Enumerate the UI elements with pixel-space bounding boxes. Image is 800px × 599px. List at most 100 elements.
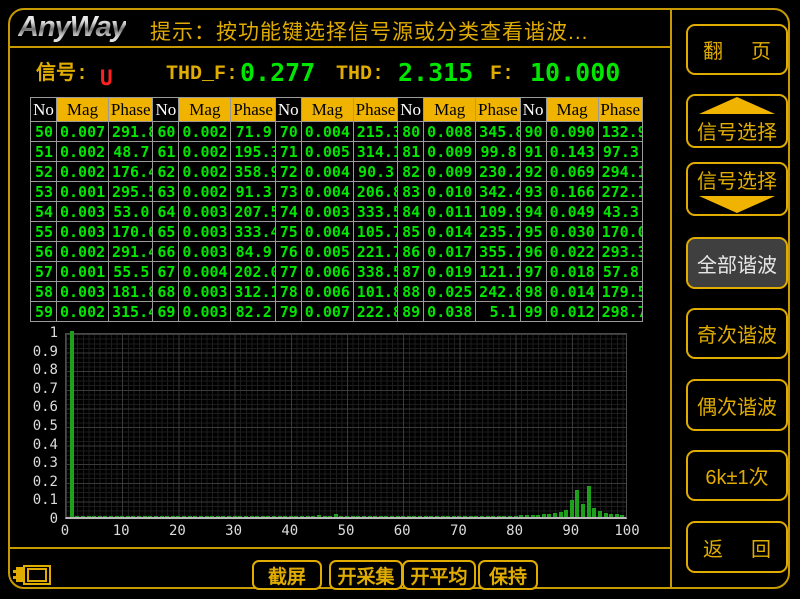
harmonic-bar (368, 516, 372, 517)
harmonic-bar (547, 514, 551, 517)
table-cell: 82 (398, 162, 424, 182)
table-cell: 235.7 (476, 222, 520, 242)
harmonic-bar (418, 516, 422, 517)
table-cell: 0.003 (57, 222, 109, 242)
table-cell: 73 (275, 182, 301, 202)
6k-plus-minus-1-label: 6k±1次 (705, 461, 768, 490)
table-cell: 57 (31, 262, 57, 282)
table-row: 580.003181.8680.003312.1780.006101.8880.… (31, 282, 643, 302)
x-tick-label: 40 (273, 523, 307, 539)
table-cell: 0.017 (424, 242, 476, 262)
table-cell: 0.003 (179, 222, 231, 242)
table-cell: 0.014 (546, 282, 598, 302)
table-cell: 0.143 (546, 142, 598, 162)
table-cell: 272.1 (598, 182, 642, 202)
x-tick-label: 80 (498, 523, 532, 539)
table-cell: 97 (520, 262, 546, 282)
odd-harmonics-button[interactable]: 奇次谐波 (686, 308, 788, 359)
harmonic-bar (210, 516, 214, 517)
table-cell: 98 (520, 282, 546, 302)
table-cell: 94 (520, 202, 546, 222)
table-cell: 79 (275, 302, 301, 322)
start-averaging-button[interactable]: 开平均 (402, 560, 476, 590)
y-tick-label: 0.6 (24, 399, 58, 415)
table-cell: 195.3 (231, 142, 275, 162)
table-header-cell: No (398, 98, 424, 122)
table-cell: 294.1 (598, 162, 642, 182)
table-cell: 84.9 (231, 242, 275, 262)
table-cell: 132.9 (598, 122, 642, 142)
table-cell: 77 (275, 262, 301, 282)
6k-plus-minus-1-button[interactable]: 6k±1次 (686, 450, 788, 501)
table-cell: 0.004 (301, 222, 353, 242)
return-button[interactable]: 返 回 (686, 521, 788, 573)
hold-button[interactable]: 保持 (478, 560, 538, 590)
table-cell: 338.5 (353, 262, 397, 282)
y-tick-label: 0.1 (24, 492, 58, 508)
harmonic-bar (165, 516, 169, 517)
y-tick-label: 0.8 (24, 362, 58, 378)
harmonic-bar (176, 516, 180, 517)
y-tick-label: 0.7 (24, 381, 58, 397)
table-header-cell: No (520, 98, 546, 122)
thdf-label: THD_F: (166, 60, 238, 90)
toolbar-separator (10, 547, 670, 549)
harmonic-bar (300, 516, 304, 517)
table-cell: 0.003 (57, 202, 109, 222)
table-cell: 0.009 (424, 162, 476, 182)
table-cell: 0.009 (424, 142, 476, 162)
harmonic-bar (87, 516, 91, 517)
signal-select-down-label: 信号选择 (697, 165, 777, 194)
table-header-cell: Mag (301, 98, 353, 122)
table-row: 560.002291.4660.00384.9760.005221.7860.0… (31, 242, 643, 262)
table-cell: 291.4 (109, 242, 153, 262)
signal-select-up-button[interactable]: 信号选择 (686, 94, 788, 148)
harmonic-bar (261, 516, 265, 517)
harmonic-bar (536, 515, 540, 517)
y-tick-label: 0.4 (24, 437, 58, 453)
harmonic-bar (81, 516, 85, 517)
harmonic-bar (148, 516, 152, 517)
harmonic-bar (227, 516, 231, 517)
harmonic-bar (216, 516, 220, 517)
harmonic-bar (115, 516, 119, 517)
y-tick-label: 0.3 (24, 455, 58, 471)
harmonic-bar (441, 516, 445, 517)
harmonic-bar (379, 516, 383, 517)
table-cell: 82.2 (231, 302, 275, 322)
table-cell: 0.002 (179, 142, 231, 162)
harmonic-bar (575, 490, 579, 517)
harmonic-bar (491, 516, 495, 517)
even-harmonics-button[interactable]: 偶次谐波 (686, 379, 788, 431)
table-cell: 345.8 (476, 122, 520, 142)
signal-select-down-button[interactable]: 信号选择 (686, 162, 788, 216)
harmonic-bar (384, 516, 388, 517)
harmonic-bar (587, 486, 591, 517)
harmonic-bar (564, 510, 568, 517)
all-harmonics-button[interactable]: 全部谐波 (686, 237, 788, 289)
harmonic-bar (559, 512, 563, 517)
harmonic-bar (182, 516, 186, 517)
table-cell: 50 (31, 122, 57, 142)
table-header-row: NoMagPhaseNoMagPhaseNoMagPhaseNoMagPhase… (31, 98, 643, 122)
table-cell: 176.4 (109, 162, 153, 182)
table-cell: 0.012 (546, 302, 598, 322)
harmonic-bar (143, 516, 147, 517)
table-row: 550.003170.6650.003333.4750.004105.7850.… (31, 222, 643, 242)
table-cell: 64 (153, 202, 179, 222)
x-tick-label: 0 (48, 523, 82, 539)
table-cell: 65 (153, 222, 179, 242)
table-cell: 315.4 (109, 302, 153, 322)
harmonic-bar (356, 516, 360, 517)
table-cell: 56 (31, 242, 57, 262)
start-acquisition-button[interactable]: 开采集 (329, 560, 403, 590)
page-flip-button[interactable]: 翻 页 (686, 24, 788, 75)
harmonic-bar (266, 516, 270, 517)
table-cell: 89 (398, 302, 424, 322)
table-cell: 0.001 (57, 262, 109, 282)
table-cell: 0.022 (546, 242, 598, 262)
x-tick-label: 20 (160, 523, 194, 539)
screenshot-button[interactable]: 截屏 (252, 560, 322, 590)
harmonics-table: NoMagPhaseNoMagPhaseNoMagPhaseNoMagPhase… (30, 97, 643, 322)
table-cell: 0.018 (546, 262, 598, 282)
